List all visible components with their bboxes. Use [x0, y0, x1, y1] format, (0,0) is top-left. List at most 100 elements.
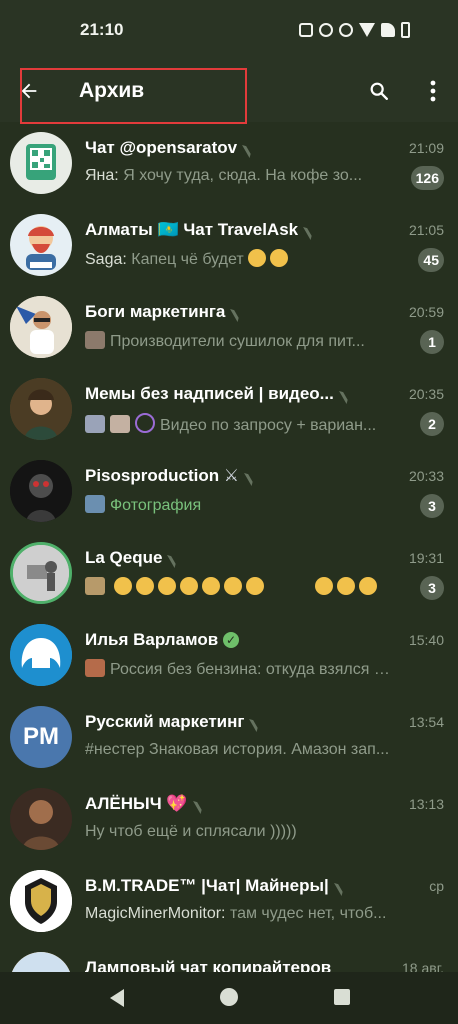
emoji [224, 577, 243, 595]
emoji [270, 249, 289, 267]
unread-badge: 3 [420, 494, 444, 518]
chat-time: 18 авг. [402, 960, 444, 972]
avatar [10, 378, 72, 440]
chat-name: Русский маркетинг [85, 712, 268, 733]
emoji [359, 577, 378, 595]
status-time: 21:10 [80, 20, 124, 39]
mute-icon [242, 139, 261, 159]
chat-preview: Видео по запросу + вариан... [85, 413, 390, 435]
more-menu-button[interactable] [420, 78, 446, 104]
chat-row[interactable]: La Qeque 19:31 3 [0, 532, 458, 614]
highlight-box [20, 68, 247, 124]
chat-row[interactable]: Чат @opensaratov 21:09 Яна: Я хочу туда,… [0, 122, 458, 204]
chat-preview: Производители сушилок для пит... [85, 331, 390, 351]
status-bar: 21:10 [0, 0, 458, 60]
avatar [10, 870, 72, 932]
emoji [136, 577, 155, 595]
chat-preview: Ну чтоб ещё и сплясали ))))) [85, 823, 297, 840]
nav-back-button[interactable] [110, 989, 124, 1007]
mute-icon [333, 877, 352, 897]
chat-time: 13:54 [408, 714, 444, 730]
preview-thumbnail [85, 415, 105, 433]
heart-icon: 💖 [166, 794, 188, 813]
system-nav-bar [0, 972, 458, 1024]
chat-time: ср [429, 878, 444, 894]
chat-row[interactable]: АЛЁНЫЧ 💖 13:13 Ну чтоб ещё и сплясали ))… [0, 778, 458, 860]
chat-preview: Фотография [85, 495, 390, 515]
unread-badge: 45 [418, 248, 444, 272]
mute-icon [303, 221, 322, 241]
chat-name: АЛЁНЫЧ 💖 [85, 794, 211, 815]
chat-row[interactable]: Ламповый чат копирайтеров 18 авг. [0, 942, 458, 972]
mute-icon [167, 549, 186, 569]
mute-icon [192, 795, 211, 815]
status-icons [299, 22, 410, 38]
chat-list[interactable]: Чат @opensaratov 21:09 Яна: Я хочу туда,… [0, 122, 458, 972]
chat-row[interactable]: PM Русский маркетинг 13:54 #нестер Знако… [0, 696, 458, 778]
emoji [248, 249, 267, 267]
chat-row[interactable]: Алматы 🇰🇿 Чат TravelAsk 21:05 Saga: Капе… [0, 204, 458, 286]
chat-row[interactable]: Боги маркетинга 20:59 Производители суши… [0, 286, 458, 368]
preview-thumbnail [135, 413, 155, 433]
chat-row[interactable]: Илья Варламов ✓ 15:40 Россия без бензина… [0, 614, 458, 696]
chat-row[interactable]: Pisosproduction ⚔ 20:33 Фотография 3 [0, 450, 458, 532]
emoji [246, 577, 265, 595]
battery-icon [401, 22, 410, 38]
chat-time: 19:31 [408, 550, 444, 566]
preview-thumbnail [85, 331, 105, 349]
unread-badge: 1 [420, 330, 444, 354]
unread-badge: 3 [420, 576, 444, 600]
chat-time: 13:13 [408, 796, 444, 812]
chat-name: Мемы без надписей | видео... [85, 384, 357, 405]
avatar [10, 214, 72, 276]
mute-icon [244, 467, 263, 487]
avatar [10, 624, 72, 686]
mute-status-icon [319, 23, 333, 37]
search-icon [370, 82, 388, 100]
avatar [10, 542, 72, 604]
emoji [202, 577, 221, 595]
emoji [158, 577, 177, 595]
avatar-initials: PM [23, 723, 59, 750]
chat-preview [85, 577, 390, 597]
chat-preview: Saga: Капец чё будет [85, 249, 390, 269]
nav-recents-button[interactable] [334, 989, 350, 1005]
chat-name: Боги маркетинга [85, 302, 249, 323]
search-button[interactable] [366, 78, 392, 104]
chat-preview: MagicMinerMonitor: там чудес нет, чтоб..… [85, 905, 387, 922]
preview-thumbnail [110, 415, 130, 433]
chat-time: 20:33 [408, 468, 444, 484]
emoji [114, 577, 133, 595]
chat-name: Ламповый чат копирайтеров [85, 958, 332, 972]
chat-time: 21:05 [408, 222, 444, 238]
chat-time: 20:59 [408, 304, 444, 320]
avatar [10, 460, 72, 522]
preview-thumbnail [85, 495, 105, 513]
mute-icon [338, 385, 357, 405]
chat-name: Алматы 🇰🇿 Чат TravelAsk [85, 220, 322, 241]
chat-preview: #нестер Знаковая история. Амазон зап... [85, 741, 390, 758]
nav-home-button[interactable] [220, 988, 238, 1006]
emoji [180, 577, 199, 595]
chat-preview: Яна: Я хочу туда, сюда. На кофе зо... [85, 167, 363, 184]
avatar [10, 296, 72, 358]
mute-icon [249, 713, 268, 733]
more-vert-icon [430, 80, 436, 102]
unread-badge: 2 [420, 412, 444, 436]
unread-badge: 126 [410, 166, 444, 190]
chat-name: Чат @opensaratov [85, 138, 261, 159]
signal-icon [381, 23, 395, 37]
chat-time: 21:09 [408, 140, 444, 156]
chat-time: 15:40 [408, 632, 444, 648]
chat-name: La Qeque [85, 548, 186, 569]
mute-icon [230, 303, 249, 323]
app-bar: Архив [0, 60, 458, 124]
chat-row[interactable]: Мемы без надписей | видео... 20:35 Видео… [0, 368, 458, 450]
chat-time: 20:35 [408, 386, 444, 402]
avatar [10, 952, 72, 972]
chat-name: Pisosproduction ⚔ [85, 466, 263, 487]
verified-icon: ✓ [222, 632, 239, 648]
chat-row[interactable]: B.M.TRADE™ |Чат| Майнеры| ср MagicMinerM… [0, 860, 458, 942]
chat-name: Илья Варламов ✓ [85, 630, 239, 650]
chat-name: B.M.TRADE™ |Чат| Майнеры| [85, 876, 352, 897]
